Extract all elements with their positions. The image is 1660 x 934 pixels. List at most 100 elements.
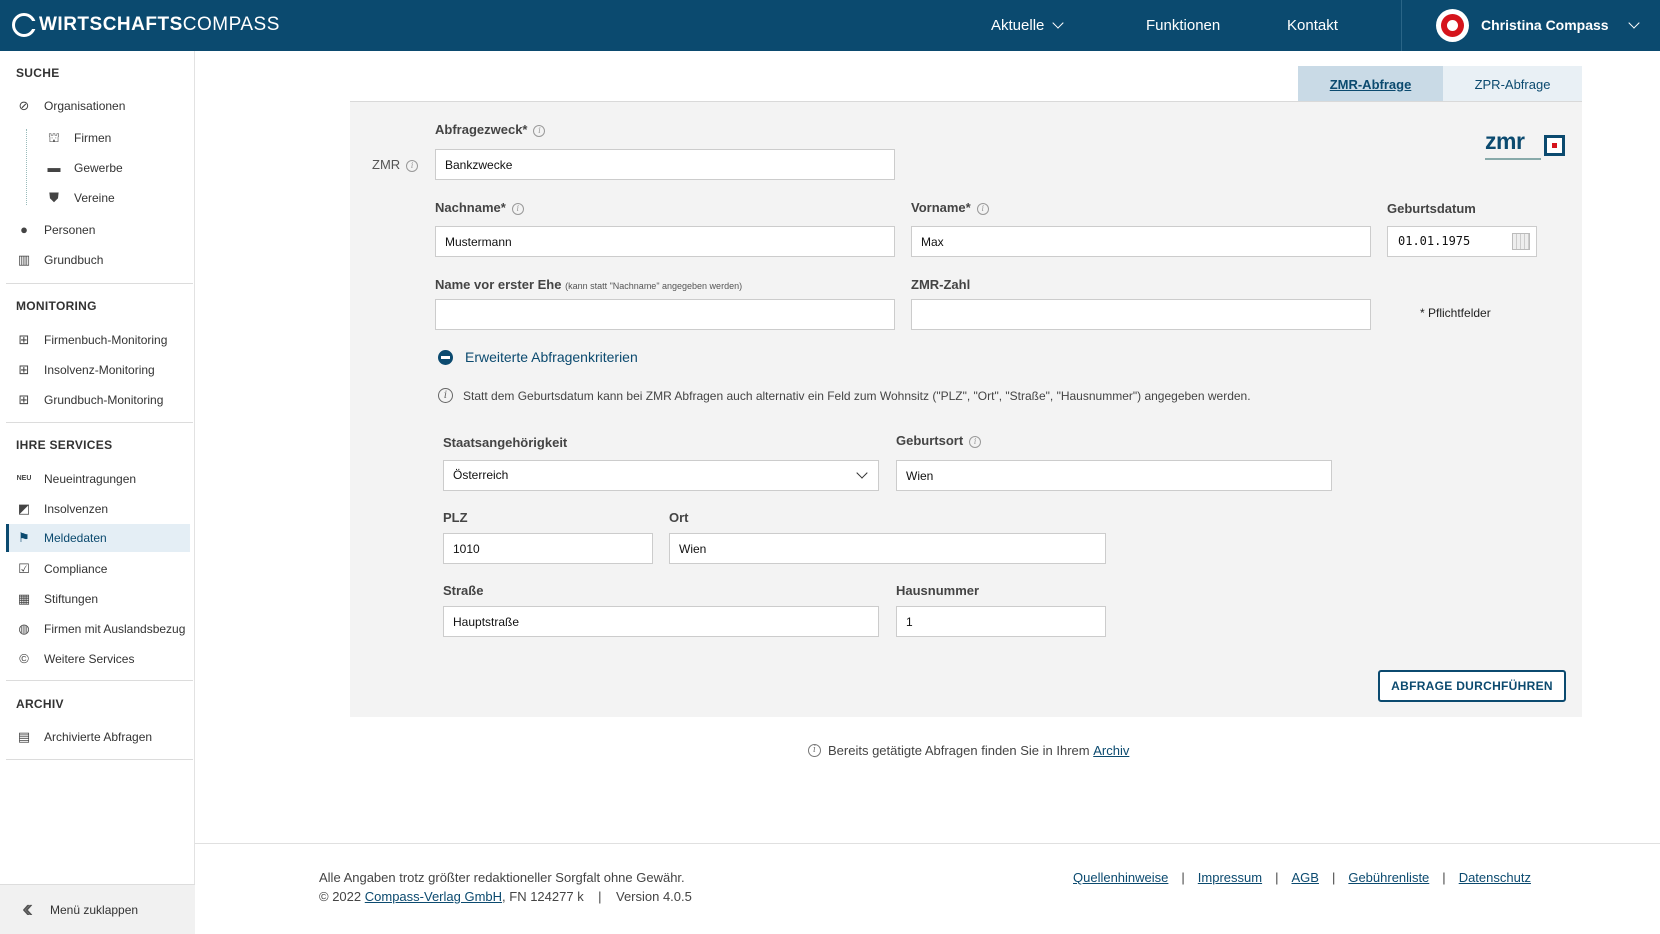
nachname-field[interactable] bbox=[435, 226, 895, 257]
flag-icon: ⚑ bbox=[18, 530, 30, 545]
abfragezweck-field[interactable] bbox=[435, 149, 895, 180]
compass-logo-icon bbox=[12, 13, 36, 37]
info-icon[interactable]: i bbox=[533, 125, 546, 137]
minus-circle-icon bbox=[438, 349, 453, 365]
sidebar-item-gewerbe[interactable]: ▬ Gewerbe bbox=[0, 154, 195, 182]
chevron-down-icon bbox=[1628, 17, 1640, 29]
footer-link-quellenhinweise[interactable]: Quellenhinweise bbox=[1073, 870, 1168, 885]
wirtschaftscompass-logo[interactable]: WIRTSCHAFTSCOMPASS bbox=[12, 13, 280, 37]
sidebar-item-insolvenzen[interactable]: ◩ Insolvenzen bbox=[0, 495, 195, 523]
name-vor-ehe-field[interactable] bbox=[435, 299, 895, 330]
sidebar-item-insolvenz-monitoring[interactable]: ⊞ Insolvenz-Monitoring bbox=[0, 356, 195, 384]
sidebar-divider bbox=[6, 680, 193, 681]
user-name: Christina Compass bbox=[1481, 17, 1609, 33]
sidebar-divider bbox=[6, 759, 193, 760]
extended-criteria-toggle[interactable]: Erweiterte Abfragenkriterien bbox=[438, 349, 638, 365]
geburtsdatum-label: Geburtsdatum bbox=[1387, 201, 1476, 216]
vorname-label: Vorname* i bbox=[911, 200, 989, 215]
sidebar-item-neueintragungen[interactable]: NEU Neueintragungen bbox=[0, 465, 195, 493]
staatsangehoerigkeit-select[interactable]: Österreich bbox=[443, 460, 879, 491]
chevron-down-icon bbox=[856, 467, 868, 479]
sidebar-item-weitere-services[interactable]: © Weitere Services bbox=[0, 645, 195, 673]
archive-link[interactable]: Archiv bbox=[1093, 743, 1129, 758]
info-icon[interactable]: i bbox=[969, 436, 982, 448]
zmr-zahl-field[interactable] bbox=[911, 299, 1371, 330]
compass-verlag-link[interactable]: Compass-Verlag GmbH bbox=[365, 889, 502, 904]
nav-aktuelle[interactable]: Aktuelle bbox=[991, 17, 1065, 34]
section-title-services: IHRE SERVICES bbox=[16, 438, 113, 452]
checkbox-icon: ☑ bbox=[18, 561, 30, 576]
sidebar-item-compliance[interactable]: ☑ Compliance bbox=[0, 555, 195, 583]
footer-link-gebuehrenliste[interactable]: Gebührenliste bbox=[1348, 870, 1429, 885]
monitoring-add-icon: ⊞ bbox=[18, 392, 30, 407]
geburtsort-field[interactable] bbox=[896, 460, 1332, 491]
birthdate-alternative-hint: i Statt dem Geburtsdatum kann bei ZMR Ab… bbox=[438, 388, 1251, 403]
footer-divider bbox=[195, 843, 1660, 844]
calendar-icon[interactable] bbox=[1512, 233, 1530, 250]
sidebar-item-auslandsbezug[interactable]: ◍ Firmen mit Auslandsbezug bbox=[0, 615, 195, 643]
zmr-logo-mark bbox=[1544, 135, 1565, 156]
sidebar-item-archivierte-abfragen[interactable]: ▤ Archivierte Abfragen bbox=[0, 723, 195, 751]
info-icon[interactable]: i bbox=[511, 203, 524, 215]
logo-text-bold: WIRTSCHAFTS bbox=[39, 14, 183, 35]
sidebar-item-grundbuch-monitoring[interactable]: ⊞ Grundbuch-Monitoring bbox=[0, 386, 195, 414]
nachname-label: Nachname* i bbox=[435, 200, 524, 215]
sidebar-item-vereine[interactable]: ⛊ Vereine bbox=[0, 184, 195, 212]
footer-copyright: © 2022 Compass-Verlag GmbH, FN 124277 k … bbox=[319, 889, 692, 904]
section-title-archiv: ARCHIV bbox=[16, 697, 64, 711]
zmr-zahl-label: ZMR-Zahl bbox=[911, 277, 971, 292]
user-menu[interactable]: Christina Compass bbox=[1401, 0, 1660, 51]
sidebar-item-grundbuch[interactable]: ▥ Grundbuch bbox=[0, 246, 195, 274]
footer-link-agb[interactable]: AGB bbox=[1291, 870, 1318, 885]
info-icon[interactable]: i bbox=[406, 160, 419, 172]
ort-field[interactable] bbox=[669, 533, 1106, 564]
sidebar-divider bbox=[6, 283, 193, 284]
tab-zmr-abfrage[interactable]: ZMR-Abfrage bbox=[1298, 66, 1443, 102]
building-icon: ⛫ bbox=[48, 130, 60, 145]
vorname-field[interactable] bbox=[911, 226, 1371, 257]
monitoring-add-icon: ⊞ bbox=[18, 332, 30, 347]
new-badge-icon: NEU bbox=[16, 475, 32, 482]
collapse-menu-button[interactable]: ‹‹ Menü zuklappen bbox=[0, 884, 195, 934]
sidebar-item-firmen[interactable]: ⛫ Firmen bbox=[0, 124, 195, 152]
info-circle-icon: i bbox=[438, 388, 453, 403]
book-icon: ▥ bbox=[17, 252, 31, 267]
archive-box-icon: ▤ bbox=[17, 729, 31, 744]
hausnummer-field[interactable] bbox=[896, 606, 1106, 637]
section-title-suche: SUCHE bbox=[16, 66, 60, 80]
strasse-label: Straße bbox=[443, 583, 484, 598]
logo-text-light: COMPASS bbox=[182, 14, 280, 35]
staatsangehoerigkeit-label: Staatsangehörigkeit bbox=[443, 435, 568, 450]
sidebar-item-meldedaten[interactable]: ⚑ Meldedaten bbox=[6, 524, 190, 552]
sidebar: SUCHE ⊘ Organisationen ⛫ Firmen ▬ Gewerb… bbox=[0, 51, 195, 934]
plz-field[interactable] bbox=[443, 533, 653, 564]
sidebar-item-organisationen[interactable]: ⊘ Organisationen bbox=[0, 92, 195, 120]
person-icon: ● bbox=[20, 222, 28, 237]
footer-link-impressum[interactable]: Impressum bbox=[1198, 870, 1262, 885]
strasse-field[interactable] bbox=[443, 606, 879, 637]
section-title-monitoring: MONITORING bbox=[16, 299, 97, 313]
zmr-side-label: ZMR i bbox=[372, 157, 419, 172]
briefcase-icon: ▬ bbox=[47, 160, 61, 175]
geburtsort-label: Geburtsort i bbox=[896, 433, 982, 448]
compass-icon: ⊘ bbox=[18, 98, 30, 113]
nav-funktionen[interactable]: Funktionen bbox=[1146, 17, 1220, 34]
sidebar-item-personen[interactable]: ● Personen bbox=[0, 216, 195, 244]
nav-kontakt[interactable]: Kontakt bbox=[1287, 17, 1338, 34]
info-icon[interactable]: i bbox=[976, 203, 989, 215]
tab-zpr-abfrage[interactable]: ZPR-Abfrage bbox=[1443, 66, 1582, 102]
plz-label: PLZ bbox=[443, 510, 468, 525]
footer-links: Quellenhinweise | Impressum | AGB | Gebü… bbox=[1073, 870, 1531, 885]
chevron-down-icon bbox=[1052, 17, 1065, 29]
compass-c-icon: © bbox=[19, 651, 29, 666]
ort-label: Ort bbox=[669, 510, 689, 525]
sidebar-item-stiftungen[interactable]: ▦ Stiftungen bbox=[0, 585, 195, 613]
footer-link-datenschutz[interactable]: Datenschutz bbox=[1459, 870, 1531, 885]
sidebar-item-firmenbuch-monitoring[interactable]: ⊞ Firmenbuch-Monitoring bbox=[0, 326, 195, 354]
zmr-logo: zmr bbox=[1485, 128, 1565, 160]
geburtsdatum-field[interactable]: 01.01.1975 bbox=[1387, 226, 1537, 257]
globe-icon: ◍ bbox=[18, 621, 30, 636]
submit-query-button[interactable]: ABFRAGE DURCHFÜHREN bbox=[1378, 670, 1566, 702]
monitoring-add-icon: ⊞ bbox=[18, 362, 30, 377]
abfragezweck-label: Abfragezweck* i bbox=[435, 122, 546, 137]
